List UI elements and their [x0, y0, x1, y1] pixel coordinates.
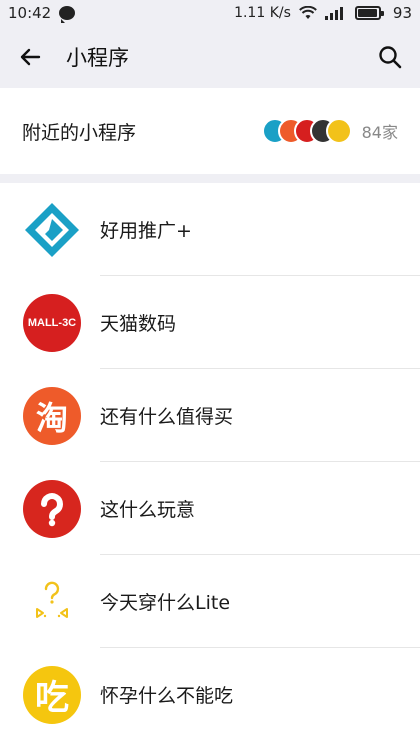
app-name: 今天穿什么Lite — [100, 592, 231, 614]
arrow-left-icon — [20, 48, 41, 66]
wifi-icon — [299, 6, 317, 19]
status-time: 10:42 — [8, 4, 52, 22]
tao-glyph: 淘 — [35, 398, 68, 437]
mall-3c-text: MALL-3C — [27, 316, 77, 329]
mall-3c-icon: MALL-3C — [23, 293, 81, 352]
nearby-mini-programs[interactable]: 附近的小程序 84家 — [0, 88, 420, 183]
app-bar: 小程序 — [0, 26, 420, 88]
question-face-icon — [23, 572, 81, 631]
list-item[interactable]: MALL-3C 天猫数码 — [0, 276, 420, 369]
nearby-count: 84家 — [361, 123, 398, 142]
list-item[interactable]: 这什么玩意 — [0, 462, 420, 555]
question-mark-glyph — [41, 492, 63, 526]
nearby-label: 附近的小程序 — [22, 121, 137, 144]
battery-level: 93 — [392, 4, 412, 22]
app-name: 这什么玩意 — [100, 499, 196, 521]
search-button[interactable] — [376, 43, 404, 71]
chat-notification-icon — [59, 6, 76, 23]
app-name: 怀孕什么不能吃 — [100, 685, 234, 707]
app-name: 好用推广+ — [100, 220, 192, 242]
list-item[interactable]: 淘 还有什么值得买 — [0, 369, 420, 462]
status-bar: 10:42 1.11 K/s 93 — [0, 0, 420, 26]
tao-icon: 淘 — [23, 386, 81, 445]
list-item[interactable]: 好用推广+ — [0, 183, 420, 276]
signal-icon — [324, 7, 343, 20]
back-button[interactable] — [16, 43, 44, 71]
battery-icon — [354, 6, 384, 20]
mini-program-list: 好用推广+ MALL-3C 天猫数码 淘 还有什么值得买 这什么玩意 今天穿什么… — [0, 183, 420, 741]
blue-cube-icon — [23, 201, 81, 259]
search-icon — [379, 46, 402, 69]
network-speed: 1.11 K/s — [234, 5, 291, 21]
nearby-avatar-stack — [261, 118, 352, 144]
blue-cube-icon — [25, 202, 79, 257]
chi-icon: 吃 — [23, 665, 81, 724]
app-name: 天猫数码 — [100, 313, 177, 335]
question-mark-icon — [23, 479, 81, 538]
chi-glyph: 吃 — [35, 678, 69, 718]
page-title: 小程序 — [66, 46, 129, 70]
app-name: 还有什么值得买 — [100, 406, 234, 428]
list-item[interactable]: 今天穿什么Lite — [0, 555, 420, 648]
avatar — [325, 118, 352, 144]
list-item[interactable]: 吃 怀孕什么不能吃 — [0, 648, 420, 741]
question-face-glyph — [36, 581, 68, 618]
